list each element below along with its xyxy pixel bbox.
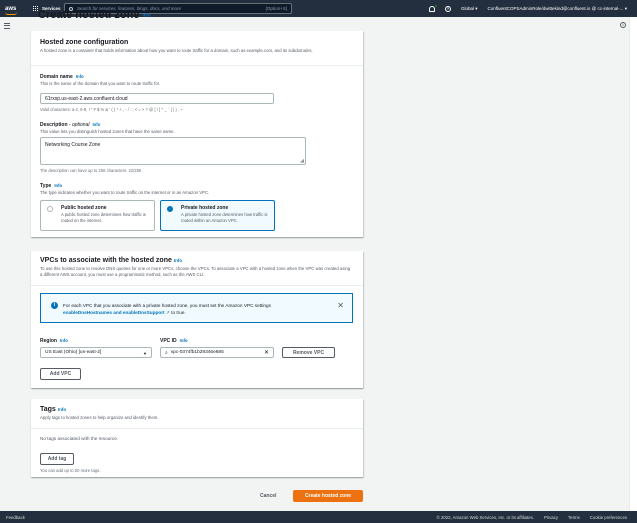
public-radio[interactable] [47, 206, 53, 212]
domain-name-info-link[interactable]: Info [76, 74, 84, 79]
tags-panel: Tags Info Apply tags to hosted zones to h… [31, 399, 363, 477]
region-label: Region Info [40, 338, 68, 344]
aws-logo[interactable]: aws [5, 5, 23, 15]
description-constraint: The description can have up to 256 chara… [40, 168, 142, 173]
alert-text: For each VPC that you associate with a p… [63, 303, 271, 315]
help-icon[interactable]: ? [445, 5, 451, 12]
vpc-id-label: VPC ID Info [160, 338, 188, 344]
tags-info-link[interactable]: Info [58, 407, 66, 412]
domain-name-constraint: Valid characters: a-z, 0-9, ! " # $ % & … [40, 107, 183, 112]
type-label: Type Info [40, 183, 63, 189]
account-menu[interactable]: ConfluentCOPSAdminRole/dwittekind@conflu… [488, 6, 627, 12]
region-label: Global [461, 5, 475, 11]
region-info-link[interactable]: Info [60, 338, 68, 343]
configuration-heading: Hosted zone configuration [40, 39, 129, 46]
private-description: A private hosted zone determines how tra… [181, 212, 268, 223]
region-value: US East (Ohio) [us-east-2] [45, 350, 102, 355]
page-title-info-link[interactable]: Info [143, 13, 151, 18]
chevron-down-icon: ▼ [143, 351, 147, 356]
domain-name-label: Domain name Info [40, 74, 84, 80]
cancel-button[interactable]: Cancel [260, 493, 276, 499]
domain-name-value: 61rxsp.us-east-2.aws.confluent.cloud [45, 95, 128, 102]
description-textarea[interactable]: Networking Course Zone ◢ [40, 137, 306, 165]
description-helper: This value lets you distinguish hosted z… [40, 129, 175, 134]
type-description: The type indicates whether you want to r… [40, 190, 210, 195]
menu-icon[interactable] [4, 23, 10, 30]
create-hosted-zone-button[interactable]: Create hosted zone [293, 490, 363, 502]
vpc-info-link[interactable]: Info [174, 258, 182, 263]
region-select[interactable]: US East (Ohio) [us-east-2] ▼ [40, 347, 152, 358]
page-title: Create hosted zone Info [38, 9, 151, 21]
vpc-id-info-link[interactable]: Info [180, 338, 188, 343]
vpc-id-value: vpc-0374fb1b29346e685 [170, 350, 224, 355]
no-tags-text: No tags associated with the resource. [40, 436, 119, 441]
region-selector[interactable]: Global ▾ [461, 6, 478, 12]
domain-name-description: This is the name of the domain that you … [40, 81, 161, 86]
tags-description: Apply tags to hosted zones to help organ… [40, 415, 159, 420]
info-icon: i [51, 302, 58, 309]
remove-vpc-button[interactable]: Remove VPC [282, 347, 335, 358]
configuration-description: A hosted zone is a container that holds … [40, 48, 313, 53]
close-icon[interactable]: ✕ [337, 301, 344, 310]
private-title: Private hosted zone [181, 205, 229, 211]
page-title-text: Create hosted zone [38, 9, 140, 21]
public-title: Public hosted zone [61, 205, 107, 211]
aws-logo-text: aws [5, 5, 17, 12]
search-shortcut: [Option+S] [265, 6, 287, 11]
copyright-text: © 2022, Amazon Web Services, Inc. or its… [436, 514, 534, 520]
clear-icon[interactable]: ✕ [264, 349, 269, 356]
cookie-preferences-link[interactable]: Cookie preferences [590, 515, 627, 520]
add-vpc-button[interactable]: Add VPC [40, 368, 81, 380]
description-value: Networking Course Zone [45, 142, 101, 148]
add-tag-button[interactable]: Add tag [40, 453, 74, 465]
privacy-link[interactable]: Privacy [544, 515, 558, 520]
public-hosted-zone-option[interactable]: Public hosted zone A public hosted zone … [40, 200, 155, 231]
feedback-link[interactable]: Feedback [6, 515, 25, 520]
tags-heading: Tags Info [40, 406, 67, 413]
private-radio[interactable] [167, 206, 173, 212]
vpc-id-input[interactable]: ⌕ vpc-0374fb1b29346e685 ✕ [160, 347, 274, 358]
domain-name-input[interactable]: 61rxsp.us-east-2.aws.confluent.cloud [40, 93, 274, 104]
vpc-description: To use this hosted zone to resolve DNS q… [40, 266, 351, 277]
account-label: ConfluentCOPSAdminRole/dwittekind@conflu… [487, 5, 624, 11]
footer: Feedback © 2022, Amazon Web Services, In… [0, 511, 637, 523]
hosted-zone-configuration-panel: Hosted zone configuration A hosted zone … [31, 31, 363, 237]
search-icon: ⌕ [165, 350, 168, 356]
vpc-settings-alert: i For each VPC that you associate with a… [40, 293, 353, 323]
private-hosted-zone-option[interactable]: Private hosted zone A private hosted zon… [160, 200, 275, 231]
description-info-link[interactable]: Info [92, 122, 100, 127]
notifications-bell-icon[interactable] [429, 4, 437, 12]
alert-settings-link[interactable]: enableDnsHostnames and enableDnsSupport [63, 310, 165, 315]
description-label: Description - optional Info [40, 122, 101, 128]
terms-link[interactable]: Terms [568, 515, 580, 520]
info-panel-icon[interactable]: i [620, 22, 626, 28]
public-description: A public hosted zone determines how traf… [61, 212, 146, 223]
resize-handle-icon[interactable]: ◢ [300, 158, 304, 164]
tags-limit: You can add up to 50 more tags. [40, 468, 101, 473]
help-panel-rail [629, 17, 637, 511]
vpc-heading: VPCs to associate with the hosted zone In… [40, 257, 183, 264]
type-info-link[interactable]: Info [54, 183, 62, 188]
external-link-icon: ↗ [165, 310, 170, 315]
